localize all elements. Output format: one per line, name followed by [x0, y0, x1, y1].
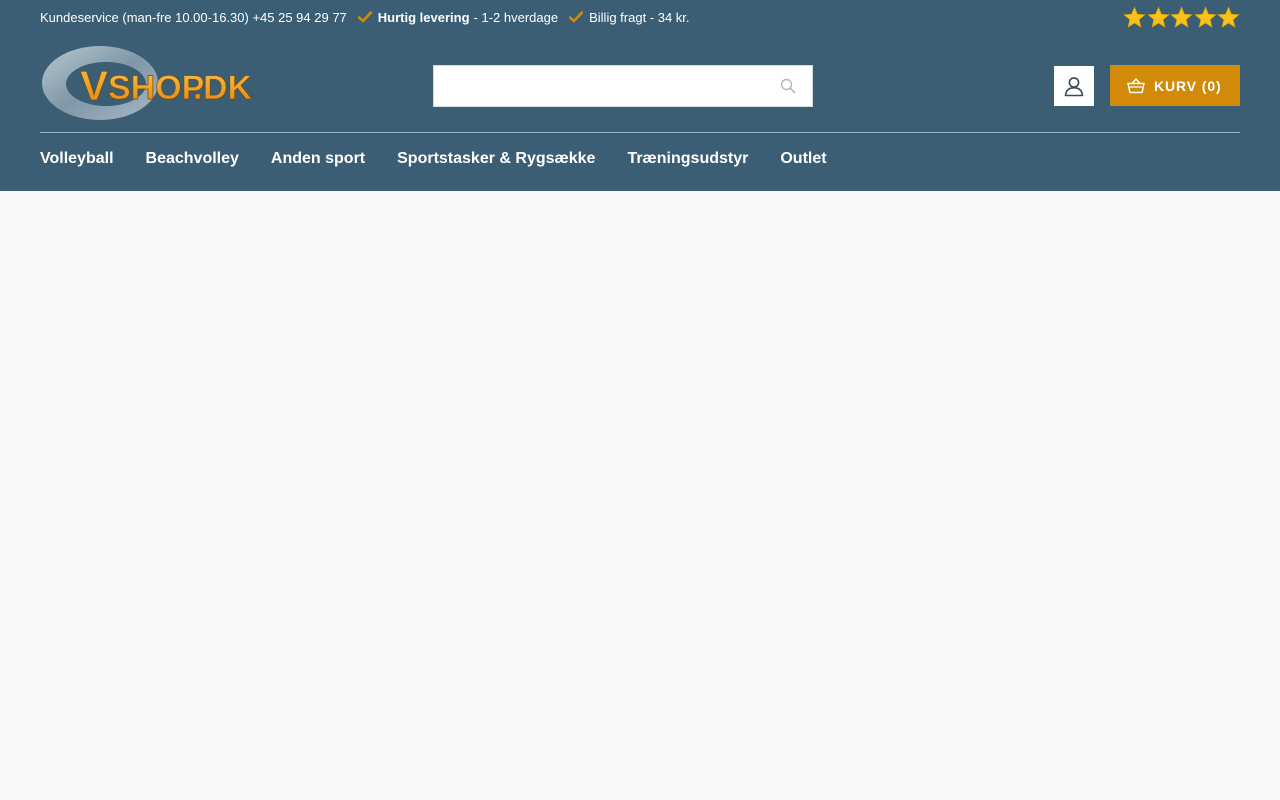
- cart-button[interactable]: KURV (0): [1110, 65, 1240, 106]
- star-icon: [1217, 6, 1240, 28]
- nav-item-volleyball[interactable]: Volleyball: [40, 150, 114, 168]
- star-icon: [1193, 6, 1217, 28]
- vshop-logo-icon: V SHOP . DK: [42, 46, 253, 120]
- nav-item-anden-sport[interactable]: Anden sport: [271, 150, 365, 168]
- usp-shipping-text: Billig fragt - 34 kr.: [589, 9, 690, 25]
- svg-text:SHOP: SHOP: [108, 69, 204, 107]
- nav-item-beachvolley[interactable]: Beachvolley: [146, 150, 239, 168]
- page-content: [0, 191, 1280, 800]
- check-icon: [357, 11, 372, 23]
- svg-text:DK: DK: [203, 69, 252, 107]
- account-button[interactable]: [1054, 66, 1094, 106]
- usp-fast-delivery: Hurtig levering - 1-2 hverdage: [357, 9, 559, 25]
- check-icon: [569, 11, 584, 23]
- basket-icon: [1127, 77, 1145, 93]
- site-logo[interactable]: V SHOP . DK: [40, 44, 253, 124]
- search-input[interactable]: [434, 66, 764, 106]
- rating-stars[interactable]: [1123, 6, 1241, 29]
- site-header: Kundeservice (man-fre 10.00-16.30) +45 2…: [0, 0, 1280, 191]
- main-navigation: Volleyball Beachvolley Anden sport Sport…: [40, 146, 859, 172]
- usp-cheap-shipping: Billig fragt - 34 kr.: [569, 9, 690, 25]
- star-icon: [1146, 6, 1170, 28]
- search-box: [433, 65, 813, 107]
- usp-fast-delivery-bold: Hurtig levering: [377, 9, 470, 25]
- star-icon: [1170, 6, 1193, 28]
- svg-text:V: V: [80, 62, 108, 109]
- usp-fast-delivery-text: - 1-2 hverdage: [473, 9, 559, 25]
- star-icon: [1123, 6, 1146, 28]
- cart-label: KURV (0): [1154, 77, 1222, 94]
- search-icon[interactable]: [780, 78, 796, 94]
- top-info-bar: Kundeservice (man-fre 10.00-16.30) +45 2…: [40, 0, 1240, 34]
- header-divider: [40, 132, 1240, 133]
- customer-service-text[interactable]: Kundeservice (man-fre 10.00-16.30) +45 2…: [40, 10, 347, 25]
- nav-item-outlet[interactable]: Outlet: [780, 150, 826, 168]
- nav-item-traeningsudstyr[interactable]: Træningsudstyr: [627, 150, 748, 168]
- svg-text:.: .: [193, 69, 202, 107]
- user-icon: [1064, 77, 1084, 97]
- nav-item-sportstasker[interactable]: Sportstasker & Rygsække: [397, 150, 595, 168]
